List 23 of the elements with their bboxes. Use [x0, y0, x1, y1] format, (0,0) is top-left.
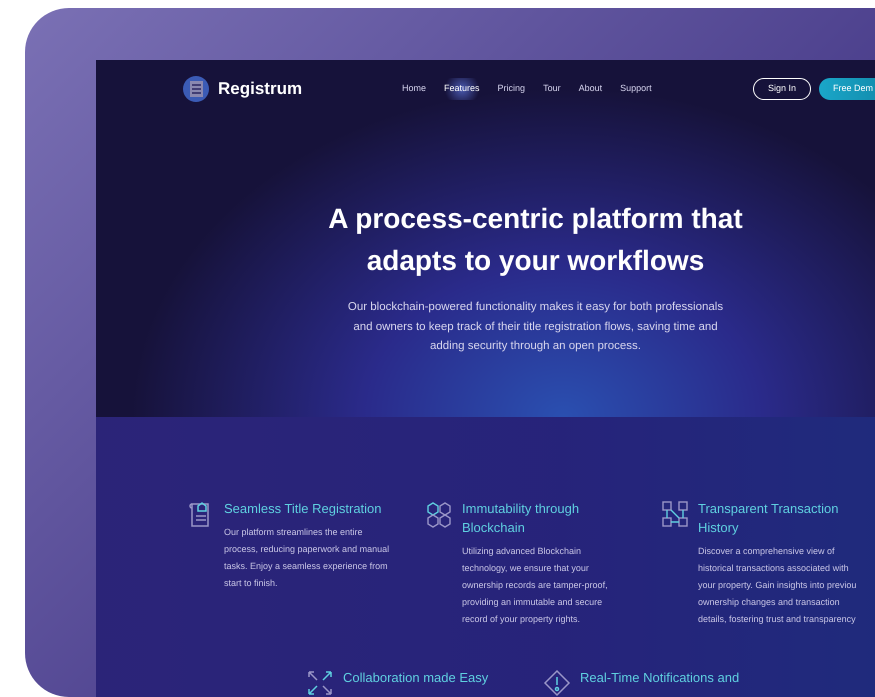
sign-in-button[interactable]: Sign In	[752, 78, 811, 100]
feature-title: Collaboration made Easy	[343, 669, 488, 687]
logo-icon	[182, 75, 210, 103]
hero-title: A process-centric platform that adapts to your workflows	[328, 202, 743, 278]
feature-title: Transparent Transaction History	[698, 500, 840, 537]
nav-link[interactable]: Pricing	[494, 78, 530, 100]
expand-arrows-icon	[306, 669, 334, 697]
feature-title: Immutability through Blockchain	[462, 500, 580, 537]
demo-button[interactable]: Free Dem	[818, 78, 875, 100]
brand-name: Registrum	[218, 78, 302, 100]
nav-link[interactable]: Tour	[539, 78, 565, 100]
feature-description: Discover a comprehensive view of historical transactions associated with your property. Gain insights into previou ownership changes and transaction details, fostering trust and transparency	[698, 545, 858, 626]
hero-subtitle: Our blockchain-powered functionality makes it easy for both professionals and owners to keep track of their title registration flows, saving time and adding security through an open process.	[348, 300, 724, 354]
alert-diamond-icon	[543, 669, 571, 697]
feature-title: Seamless Title Registration	[224, 500, 383, 518]
nav-link[interactable]: Home	[398, 78, 430, 100]
nav-link[interactable]: Support	[616, 78, 656, 100]
nav-link[interactable]: About	[574, 78, 606, 100]
feature-description: Our platform streamlines the entire process, reducing paperwork and manual tasks. Enjoy a seamless experience from start to finish.	[224, 526, 390, 590]
cubes-icon	[425, 500, 453, 528]
flow-diagram-icon	[661, 500, 689, 528]
feature-title: Real-Time Notifications and	[580, 669, 740, 687]
feature-description: Utilizing advanced Blockchain technology, we ensure that your ownership records are tamper-proof, providing an immutable and secure record of your property rights.	[462, 545, 609, 626]
